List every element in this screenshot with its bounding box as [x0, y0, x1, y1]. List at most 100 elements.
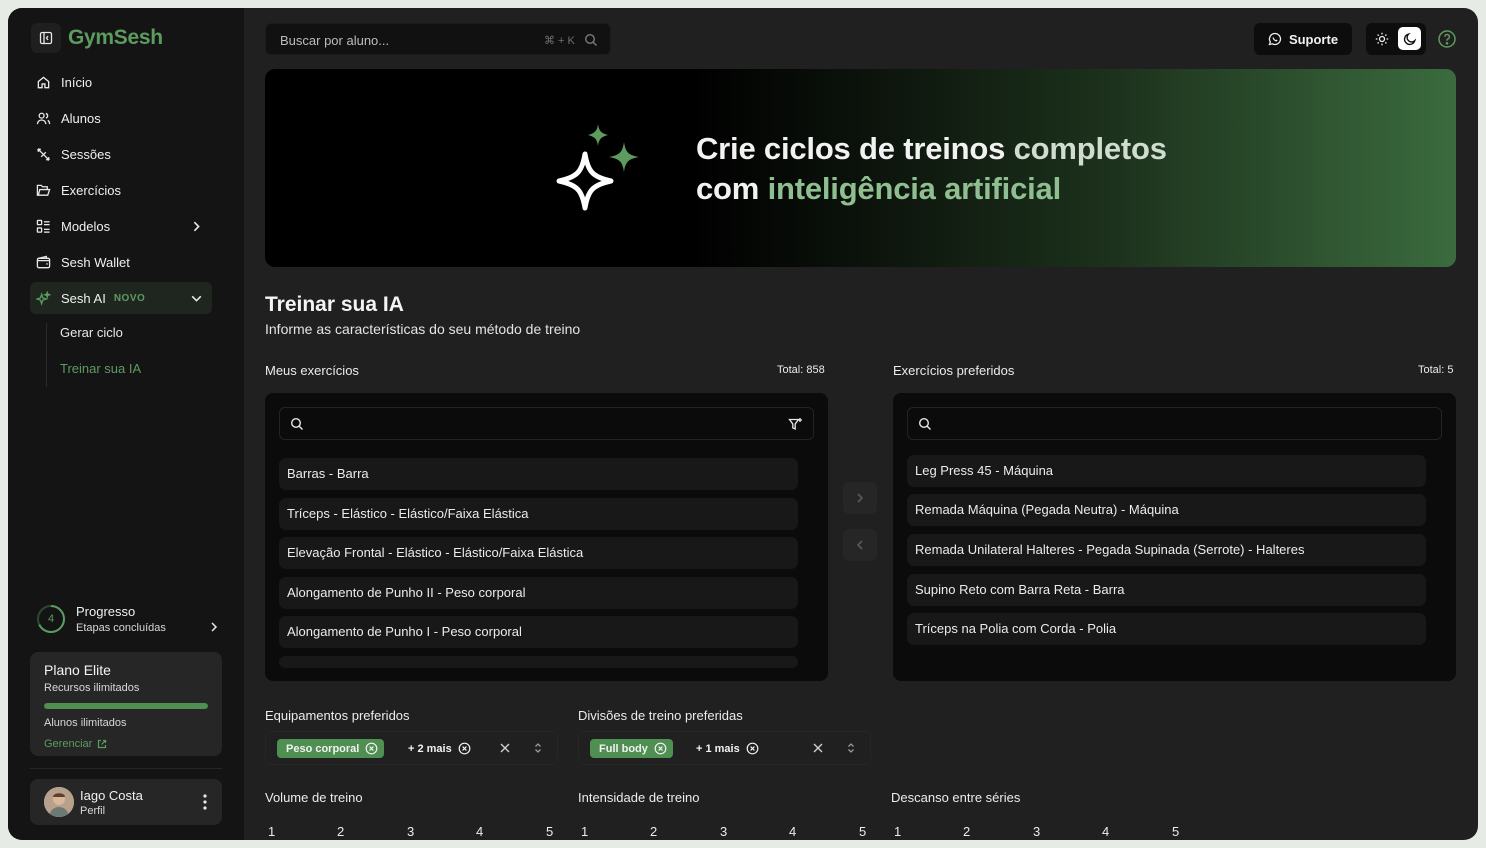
sidebar-item-sesh-ai[interactable]: Sesh AI NOVO — [30, 282, 212, 314]
help-circle-icon[interactable] — [1437, 29, 1457, 49]
division-chip[interactable]: Full body — [590, 739, 673, 758]
remove-circle-icon[interactable] — [458, 742, 471, 755]
close-icon[interactable] — [812, 742, 824, 754]
scale-tick-1[interactable]: 1 — [581, 824, 588, 839]
sidebar-item-exercicios[interactable]: Exercícios — [30, 174, 212, 206]
scale-tick-3[interactable]: 3 — [720, 824, 727, 839]
light-theme-button[interactable] — [1373, 30, 1391, 48]
subnav-line — [46, 323, 47, 387]
chevrons-up-down-icon[interactable] — [845, 742, 857, 754]
divisions-multiselect[interactable]: Full body + 1 mais — [578, 731, 871, 765]
page-title: Treinar sua IA — [265, 293, 404, 316]
banner-title: Crie ciclos de treinos completos com int… — [696, 129, 1167, 209]
dumbbell-icon — [36, 147, 51, 161]
remove-circle-icon[interactable] — [365, 742, 378, 755]
list-item[interactable]: Alongamento de Punho II - Peso corporal — [279, 577, 798, 609]
scale-tick-5[interactable]: 5 — [1172, 824, 1179, 839]
remove-circle-icon[interactable] — [654, 742, 667, 755]
search-icon — [290, 417, 303, 430]
user-card[interactable]: Iago Costa Perfil — [30, 779, 222, 825]
chevron-right-icon — [211, 622, 218, 632]
progress-widget[interactable]: 4 Progresso Etapas concluídas — [36, 604, 218, 638]
list-item[interactable]: Leg Press 45 - Máquina — [907, 455, 1426, 487]
add-to-preferred-button[interactable] — [843, 482, 877, 514]
remove-from-preferred-button[interactable] — [843, 529, 877, 561]
sidebar-item-label: Sesh AI — [61, 290, 106, 306]
scale-tick-3[interactable]: 3 — [1033, 824, 1040, 839]
scale-tick-5[interactable]: 5 — [859, 824, 866, 839]
list-item[interactable]: Alongamento de Punho I - Peso corporal — [279, 616, 798, 648]
sparkles-icon — [36, 290, 51, 306]
preferred-exercises-total: Total: 5 — [1418, 364, 1454, 376]
sidebar-item-modelos[interactable]: Modelos — [30, 210, 212, 242]
rest-label: Descanso entre séries — [891, 790, 1021, 805]
plan-card: Plano Elite Recursos ilimitados Alunos i… — [30, 652, 222, 756]
user-name: Iago Costa — [80, 788, 143, 803]
scale-tick-4[interactable]: 4 — [1102, 824, 1109, 839]
sidebar-item-inicio[interactable]: Início — [30, 66, 212, 98]
intensity-label: Intensidade de treino — [578, 790, 700, 805]
equipment-more-label: + 2 mais — [408, 742, 452, 755]
sidebar-item-sessoes[interactable]: Sessões — [30, 138, 212, 170]
equipment-multiselect[interactable]: Peso corporal + 2 mais — [265, 731, 558, 765]
list-item[interactable]: Supino Reto com Barra Reta - Barra — [907, 574, 1426, 606]
scale-tick-3[interactable]: 3 — [407, 824, 414, 839]
list-item[interactable]: Elevação Frontal - Elástico - Elástico/F… — [279, 537, 798, 569]
equipment-more-chip[interactable]: + 2 mais — [399, 739, 477, 758]
manage-plan-label: Gerenciar — [44, 738, 93, 750]
progress-subtitle: Etapas concluídas — [76, 622, 166, 634]
chevrons-up-down-icon[interactable] — [532, 742, 544, 754]
scale-tick-1[interactable]: 1 — [894, 824, 901, 839]
list-item-partial — [279, 656, 798, 668]
my-exercises-search-input[interactable] — [279, 407, 814, 440]
equipment-chip[interactable]: Peso corporal — [277, 739, 385, 758]
scale-tick-4[interactable]: 4 — [789, 824, 796, 839]
sidebar-item-alunos[interactable]: Alunos — [30, 102, 212, 134]
chevron-right-icon — [857, 493, 864, 503]
sidebar-subitem-gerar-ciclo[interactable]: Gerar ciclo — [60, 325, 123, 340]
users-icon — [36, 112, 51, 124]
app-window: GymSesh Início Alunos Sessões Exercícios… — [8, 8, 1478, 840]
list-item[interactable]: Tríceps - Elástico - Elástico/Faixa Elás… — [279, 498, 798, 530]
filter-icon[interactable] — [788, 417, 803, 432]
support-button[interactable]: Suporte — [1254, 23, 1352, 55]
divisions-label: Divisões de treino preferidas — [578, 708, 743, 723]
list-item[interactable]: Tríceps na Polia com Corda - Polia — [907, 613, 1426, 645]
division-more-chip[interactable]: + 1 mais — [687, 739, 765, 758]
sidebar-item-label: Alunos — [61, 110, 101, 126]
list-item[interactable]: Remada Máquina (Pegada Neutra) - Máquina — [907, 494, 1426, 526]
volume-label: Volume de treino — [265, 790, 363, 805]
student-search-input[interactable]: Buscar por aluno... ⌘ + K — [265, 23, 611, 55]
search-placeholder: Buscar por aluno... — [280, 33, 390, 48]
sidebar-subitem-treinar-ia[interactable]: Treinar sua IA — [60, 361, 141, 376]
sidebar-item-wallet[interactable]: Sesh Wallet — [30, 246, 212, 278]
manage-plan-link[interactable]: Gerenciar — [44, 738, 208, 750]
template-list-icon — [36, 219, 50, 233]
chevron-left-icon — [856, 540, 863, 550]
list-item[interactable]: Remada Unilateral Halteres - Pegada Supi… — [907, 534, 1426, 566]
progress-count: 4 — [47, 613, 55, 625]
chevron-right-icon — [193, 221, 200, 232]
user-role: Perfil — [80, 805, 106, 817]
scale-tick-1[interactable]: 1 — [268, 824, 275, 839]
equipment-label: Equipamentos preferidos — [265, 708, 410, 723]
theme-toggle — [1366, 23, 1426, 55]
sidebar: GymSesh Início Alunos Sessões Exercícios… — [8, 8, 244, 840]
list-item[interactable]: Barras - Barra — [279, 458, 798, 490]
scale-tick-2[interactable]: 2 — [337, 824, 344, 839]
preferred-exercises-search-input[interactable] — [907, 407, 1442, 440]
more-vertical-icon[interactable] — [200, 793, 210, 811]
scale-tick-2[interactable]: 2 — [963, 824, 970, 839]
scale-tick-2[interactable]: 2 — [650, 824, 657, 839]
close-icon[interactable] — [499, 742, 511, 754]
scale-tick-5[interactable]: 5 — [546, 824, 553, 839]
plan-usage-bar — [44, 703, 208, 709]
banner-line2-b: inteligência artificial — [767, 171, 1062, 206]
equipment-chip-label: Peso corporal — [286, 742, 360, 755]
dark-theme-button[interactable] — [1398, 27, 1421, 50]
scale-tick-4[interactable]: 4 — [476, 824, 483, 839]
plan-title: Plano Elite — [44, 662, 111, 678]
sun-icon — [1375, 32, 1389, 46]
remove-circle-icon[interactable] — [746, 742, 759, 755]
sidebar-toggle-button[interactable] — [31, 23, 61, 53]
